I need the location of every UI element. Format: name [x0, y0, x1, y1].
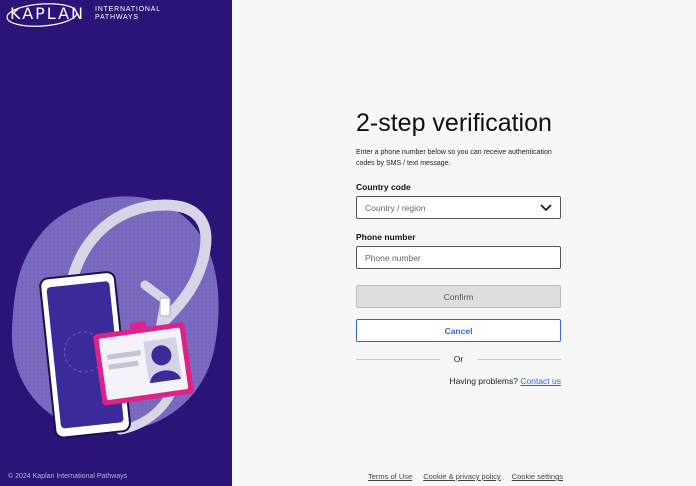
- page-title: 2-step verification: [356, 109, 552, 137]
- id-badge-illustration: [11, 196, 219, 439]
- kaplan-logo[interactable]: KAPLAN INTERNATIONAL PATHWAYS: [6, 3, 161, 27]
- terms-of-use-link[interactable]: Terms of Use: [368, 472, 412, 481]
- help-row: Having problems? Contact us: [356, 376, 561, 386]
- divider-line: [356, 358, 440, 360]
- chevron-down-icon: [540, 203, 552, 211]
- country-code-select[interactable]: Country / region: [356, 196, 561, 219]
- phone-number-input[interactable]: Phone number: [356, 246, 561, 269]
- divider-line: [477, 358, 562, 360]
- cancel-button[interactable]: Cancel: [356, 319, 561, 342]
- cookie-privacy-link[interactable]: Cookie & privacy policy: [423, 472, 501, 481]
- copyright-text: © 2024 Kaplan International Pathways: [8, 473, 128, 480]
- main-panel: 2-step verification Enter a phone number…: [232, 0, 696, 486]
- having-problems-text: Having problems?: [449, 376, 518, 386]
- footer-links: Terms of Use Cookie & privacy policy Coo…: [368, 472, 563, 481]
- brand-panel: KAPLAN INTERNATIONAL PATHWAYS © 2024 Kap…: [0, 0, 232, 486]
- contact-us-link[interactable]: Contact us: [520, 376, 561, 386]
- or-label: Or: [453, 354, 464, 364]
- page-description: Enter a phone number below so you can re…: [356, 149, 552, 167]
- country-code-label: Country code: [356, 182, 411, 192]
- logo-swoosh-icon: [6, 3, 78, 27]
- or-divider: Or: [356, 354, 562, 364]
- phone-number-label: Phone number: [356, 232, 416, 242]
- confirm-button[interactable]: Confirm: [356, 285, 561, 308]
- cookie-settings-link[interactable]: Cookie settings: [512, 472, 563, 481]
- logo-subtitle: INTERNATIONAL PATHWAYS: [95, 5, 161, 21]
- country-select-value: Country / region: [365, 202, 426, 213]
- verification-form: 2-step verification Enter a phone number…: [356, 108, 562, 386]
